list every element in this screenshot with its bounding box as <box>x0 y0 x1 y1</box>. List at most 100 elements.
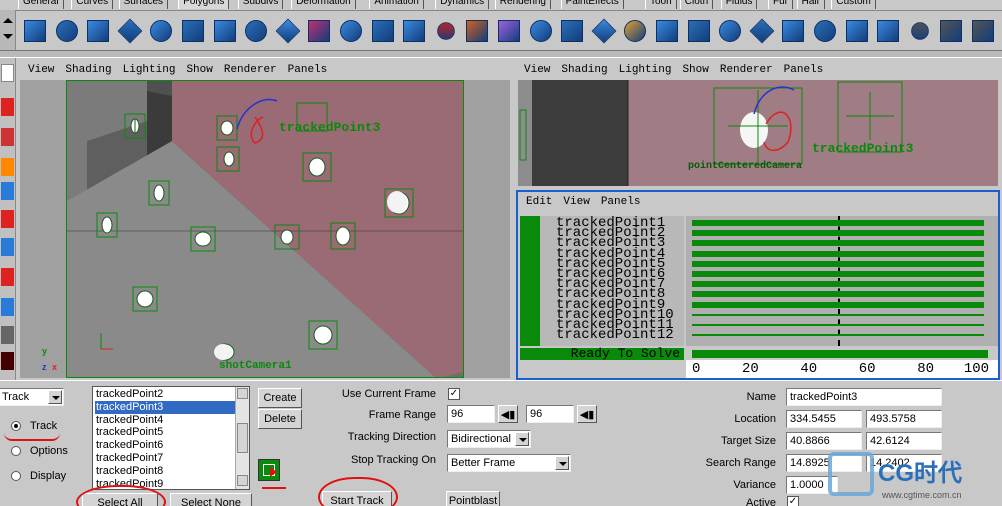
main-viewport-menu-lighting[interactable]: Lighting <box>123 64 176 76</box>
track-list[interactable]: trackedPoint9 trackedPoint8 trackedPoint7 t… <box>92 386 250 490</box>
shelf-tab-dynamics[interactable]: Dynamics <box>435 0 490 9</box>
secondary-viewport-menu-view[interactable]: View <box>524 64 550 76</box>
polygon-tool-icon[interactable] <box>873 16 903 46</box>
layout-icon[interactable] <box>1 326 14 344</box>
polygon-tool-icon[interactable] <box>304 16 334 46</box>
name-field[interactable]: trackedPoint3 <box>786 388 942 406</box>
dropdown-arrow-icon[interactable] <box>48 390 62 404</box>
graph-menu-edit[interactable]: Edit <box>526 196 552 208</box>
graph-menu-view[interactable]: View <box>563 196 589 208</box>
rotate-tool-icon[interactable] <box>1 182 14 200</box>
move-tool-icon[interactable] <box>1 158 14 176</box>
polygon-tool-icon[interactable] <box>178 16 208 46</box>
create-button[interactable]: Create <box>258 388 302 408</box>
shelf-tab-toon[interactable]: Toon <box>645 0 677 9</box>
soft-mod-tool-icon[interactable] <box>1 268 14 286</box>
manipulator-tool-icon[interactable] <box>1 238 14 256</box>
active-checkbox[interactable]: ✓ <box>787 496 799 506</box>
track-list-item[interactable]: trackedPoint5 <box>95 426 237 439</box>
main-viewport-menu-show[interactable]: Show <box>186 64 212 76</box>
radio-display[interactable] <box>11 471 21 481</box>
lasso-tool-icon[interactable] <box>1 98 14 116</box>
polygon-tool-icon[interactable] <box>810 16 840 46</box>
shelf-tab-fur[interactable]: Fur <box>768 0 793 9</box>
select-tool-icon[interactable] <box>1 64 14 82</box>
polygon-tool-icon[interactable] <box>968 16 998 46</box>
track-list-item[interactable]: trackedPoint8 <box>95 465 237 478</box>
polygon-tool-icon[interactable] <box>241 16 271 46</box>
polygon-tool-icon[interactable] <box>431 16 461 46</box>
polygon-tool-icon[interactable] <box>842 16 872 46</box>
shelf-tab-deformation[interactable]: Deformation <box>291 0 356 9</box>
main-viewport-menu-view[interactable]: View <box>28 64 54 76</box>
main-viewport-menu-renderer[interactable]: Renderer <box>224 64 277 76</box>
polygon-tool-icon[interactable] <box>715 16 745 46</box>
polygon-tool-icon[interactable] <box>684 16 714 46</box>
shelf-tab-rendering[interactable]: Rendering <box>494 0 551 9</box>
main-viewport-menu-shading[interactable]: Shading <box>65 64 111 76</box>
polygon-tool-icon[interactable] <box>778 16 808 46</box>
track-icon[interactable] <box>258 459 280 481</box>
polygon-tool-icon[interactable] <box>83 16 113 46</box>
location-x-field[interactable]: 334.5455 <box>786 410 862 428</box>
shelf-tab-hair[interactable]: Hair <box>796 0 825 9</box>
polygon-tool-icon[interactable] <box>652 16 682 46</box>
polygon-tool-icon[interactable] <box>115 16 145 46</box>
shelf-tab-surfaces[interactable]: Surfaces <box>118 0 169 9</box>
scroll-up-icon[interactable] <box>237 388 248 399</box>
shelf-tab-curves[interactable]: Curves <box>71 0 114 9</box>
shelf-tab-fluids[interactable]: Fluids <box>720 0 758 9</box>
track-list-item[interactable]: trackedPoint4 <box>95 414 237 427</box>
select-none-button[interactable]: Select None <box>170 493 252 506</box>
secondary-viewport-menu-show[interactable]: Show <box>682 64 708 76</box>
polygon-tool-icon[interactable] <box>936 16 966 46</box>
graph-track-list[interactable]: trackedPoint1 trackedPoint2 trackedPoint3 t… <box>520 216 684 346</box>
main-viewport-menu-panels[interactable]: Panels <box>288 64 328 76</box>
shelf-tab-subdivs[interactable]: Subdivs <box>237 0 284 9</box>
shelf-tab-general[interactable]: General <box>18 0 64 9</box>
frame-range-end-set-icon[interactable]: ◀▮ <box>577 405 597 423</box>
track-list-item[interactable]: trackedPoint6 <box>95 439 237 452</box>
pointblast-button[interactable]: Pointblast <box>446 491 500 506</box>
radio-options[interactable] <box>11 446 21 456</box>
shelf-scroll-control[interactable] <box>0 10 16 50</box>
polygon-tool-icon[interactable] <box>146 16 176 46</box>
tracker-graph-editor[interactable]: Edit View Panels trackedPoint1 trackedPoint… <box>516 190 1000 380</box>
polygon-tool-icon[interactable] <box>905 16 935 46</box>
secondary-viewport-menu-shading[interactable]: Shading <box>561 64 607 76</box>
main-viewport-canvas[interactable]: trackedPoint3 shotCamera1 y z x <box>20 80 510 378</box>
polygon-tool-icon[interactable] <box>210 16 240 46</box>
secondary-viewport[interactable]: View Shading Lighting Show Renderer Panels po… <box>516 60 1000 188</box>
secondary-viewport-menu-renderer[interactable]: Renderer <box>720 64 773 76</box>
delete-button[interactable]: Delete <box>258 409 302 429</box>
frame-range-end[interactable]: 96 <box>526 405 574 423</box>
shelf-tab-painteffects[interactable]: PaintEffects <box>560 0 624 9</box>
shelf-tab-polygons[interactable]: Polygons <box>178 0 230 9</box>
secondary-viewport-menu-lighting[interactable]: Lighting <box>619 64 672 76</box>
use-current-frame-checkbox[interactable]: ✓ <box>448 388 460 400</box>
scale-tool-icon[interactable] <box>1 210 14 228</box>
polygon-tool-icon[interactable] <box>747 16 777 46</box>
secondary-viewport-canvas[interactable]: pointCenteredCamera trackedPoint3 <box>518 80 998 186</box>
main-viewport[interactable]: View Shading Lighting Show Renderer Panels <box>20 60 510 378</box>
polygon-tool-icon[interactable] <box>399 16 429 46</box>
scroll-down-icon[interactable] <box>237 475 248 486</box>
shelf-tab-cloth[interactable]: Cloth <box>679 0 714 9</box>
shelf-down-arrow-icon[interactable] <box>3 34 13 39</box>
polygon-tool-icon[interactable] <box>273 16 303 46</box>
outliner-icon[interactable] <box>1 352 14 370</box>
polygon-tool-icon[interactable] <box>368 16 398 46</box>
shelf-tab-animation[interactable]: Animation <box>369 0 424 9</box>
scroll-thumb[interactable] <box>237 423 248 453</box>
mode-dropdown[interactable]: Track <box>0 388 64 406</box>
radio-track[interactable] <box>11 421 21 431</box>
graph-track-item[interactable]: trackedPoint12 <box>556 328 674 342</box>
frame-range-start[interactable]: 96 <box>447 405 495 423</box>
dropdown-arrow-icon[interactable] <box>555 456 569 470</box>
polygon-tool-icon[interactable] <box>20 16 50 46</box>
graph-menu-panels[interactable]: Panels <box>601 196 641 208</box>
polygon-tool-icon[interactable] <box>620 16 650 46</box>
polygon-tool-icon[interactable] <box>52 16 82 46</box>
frame-range-start-set-icon[interactable]: ◀▮ <box>498 405 518 423</box>
tracking-direction-dropdown[interactable]: Bidirectional <box>447 430 531 448</box>
